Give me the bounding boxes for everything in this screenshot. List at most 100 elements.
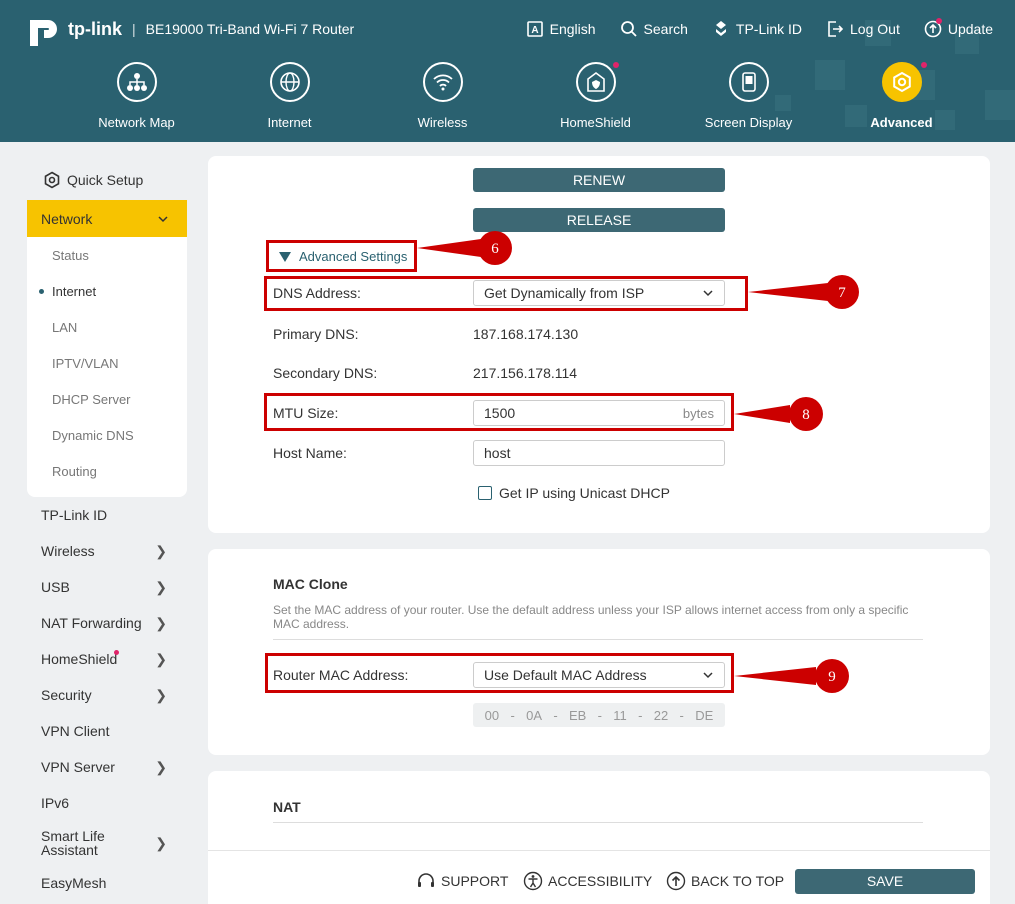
sidebar: Quick Setup Network Status Internet LAN … — [27, 160, 187, 901]
network-map-circle — [116, 62, 157, 102]
footer-bar: SUPPORT ACCESSIBILITY BACK TO TOP SAVE — [208, 850, 990, 904]
support-link[interactable]: SUPPORT — [416, 871, 508, 891]
mac-sep: - — [510, 707, 515, 723]
release-button[interactable]: RELEASE — [473, 208, 725, 232]
tplink-logo[interactable]: tp-link | BE19000 Tri-Band Wi-Fi 7 Route… — [26, 12, 354, 46]
mac-clone-title: MAC Clone — [273, 576, 348, 592]
menu-label: USB — [41, 579, 70, 595]
menu-label: EasyMesh — [41, 875, 107, 891]
primary-dns-value: 187.168.174.130 — [473, 326, 579, 342]
sidebar-item-usb[interactable]: USB ❯ — [27, 569, 187, 605]
advanced-icon — [892, 71, 911, 93]
update-link[interactable]: Update — [924, 18, 993, 38]
sidebar-subitem-iptv-vlan[interactable]: IPTV/VLAN — [27, 345, 187, 381]
quick-setup-icon — [44, 171, 60, 189]
back-to-top-link[interactable]: BACK TO TOP — [666, 871, 784, 891]
sidebar-item-tplink-id[interactable]: TP-Link ID — [27, 497, 187, 533]
menu-label: VPN Client — [41, 723, 110, 739]
nav-advanced[interactable]: Advanced — [825, 62, 978, 130]
menu-label: TP-Link ID — [41, 507, 108, 523]
logout-link[interactable]: Log Out — [826, 20, 900, 38]
sidebar-item-nat-forwarding[interactable]: NAT Forwarding ❯ — [27, 605, 187, 641]
network-map-icon — [126, 73, 147, 91]
secondary-dns-value: 217.156.178.114 — [473, 365, 578, 381]
callout-arrow-9: 9 — [734, 659, 849, 693]
homeshield-icon — [586, 72, 605, 92]
support-label: SUPPORT — [441, 873, 509, 889]
sidebar-item-vpn-client[interactable]: VPN Client — [27, 713, 187, 749]
save-button[interactable]: SAVE — [795, 869, 975, 894]
tplink-id-link[interactable]: TP-Link ID — [712, 20, 802, 38]
highlight-box-7 — [264, 276, 748, 311]
menu-label: HomeShield — [41, 651, 118, 667]
sidebar-subitem-dynamic-dns[interactable]: Dynamic DNS — [27, 417, 187, 453]
mac-sep: - — [679, 707, 684, 723]
homeshield-notification-dot — [613, 62, 619, 68]
language-link[interactable]: A English — [526, 20, 596, 38]
nat-divider — [273, 822, 923, 823]
unicast-dhcp-checkbox[interactable] — [478, 486, 492, 500]
mac-clone-description: Set the MAC address of your router. Use … — [273, 603, 909, 631]
nav-label: Wireless — [417, 115, 468, 130]
svg-text:A: A — [531, 25, 538, 36]
sidebar-item-wireless[interactable]: Wireless ❯ — [27, 533, 187, 569]
advanced-circle — [881, 62, 922, 102]
accessibility-label: ACCESSIBILITY — [548, 873, 653, 889]
headset-icon — [418, 873, 434, 887]
nav-label: HomeShield — [560, 115, 631, 130]
chevron-right-icon: ❯ — [155, 835, 167, 851]
logout-label: Log Out — [850, 21, 900, 37]
tplink-logo-icon — [30, 20, 57, 46]
sidebar-subitem-lan[interactable]: LAN — [27, 309, 187, 345]
search-link[interactable]: Search — [620, 20, 688, 38]
mac-clone-card: MAC Clone Set the MAC address of your ro… — [208, 549, 990, 755]
sidebar-item-homeshield[interactable]: HomeShield ❯ — [27, 641, 187, 677]
nav-wireless[interactable]: Wireless — [366, 62, 519, 130]
nav-network-map[interactable]: Network Map — [60, 62, 213, 130]
mac-part: 22 — [653, 707, 669, 723]
language-icon: A — [526, 21, 543, 37]
mac-sep: - — [597, 707, 602, 723]
homeshield-circle — [575, 62, 616, 102]
internet-icon — [279, 72, 300, 92]
sidebar-subitem-routing[interactable]: Routing — [27, 453, 187, 489]
host-name-label: Host Name: — [273, 445, 347, 461]
sidebar-subitem-status[interactable]: Status — [27, 237, 187, 273]
main-nav: Network Map Internet Wireless HomeShield — [60, 62, 978, 130]
callout-number-6: 6 — [491, 241, 499, 257]
nav-label: Internet — [267, 115, 312, 130]
top-header: tp-link | BE19000 Tri-Band Wi-Fi 7 Route… — [0, 0, 1015, 142]
sidebar-subitem-internet[interactable]: Internet — [27, 273, 187, 309]
nav-internet[interactable]: Internet — [213, 62, 366, 130]
sidebar-item-smart-life-assistant[interactable]: Smart Life Assistant ❯ — [27, 821, 187, 865]
callout-arrow-6: 6 — [417, 231, 512, 265]
update-label: Update — [947, 21, 993, 37]
sidebar-item-ipv6[interactable]: IPv6 — [27, 785, 187, 821]
sidebar-item-network[interactable]: Network — [27, 200, 187, 237]
host-name-input[interactable]: host — [473, 440, 725, 466]
internet-circle — [269, 62, 310, 102]
nat-title: NAT — [273, 799, 301, 815]
sidebar-item-security[interactable]: Security ❯ — [27, 677, 187, 713]
chevron-right-icon: ❯ — [155, 650, 167, 667]
search-label: Search — [643, 21, 688, 37]
renew-button[interactable]: RENEW — [473, 168, 725, 192]
sidebar-item-easymesh[interactable]: EasyMesh — [27, 865, 187, 901]
network-group: Network Status Internet LAN IPTV/VLAN DH… — [27, 200, 187, 497]
internet-settings-card: RENEW RELEASE Advanced Settings DNS Addr… — [208, 156, 990, 533]
tplink-id-icon — [715, 21, 726, 36]
unicast-dhcp-option[interactable]: Get IP using Unicast DHCP — [478, 485, 670, 501]
network-label: Network — [41, 210, 93, 227]
wireless-icon — [432, 74, 453, 91]
nav-homeshield[interactable]: HomeShield — [519, 62, 672, 130]
mac-part: DE — [695, 707, 714, 723]
brand-name: tp-link — [68, 18, 122, 39]
sidebar-item-quick-setup[interactable]: Quick Setup — [27, 160, 187, 200]
nav-screen-display[interactable]: Screen Display — [672, 62, 825, 130]
menu-label: Smart Life Assistant — [41, 828, 105, 858]
sidebar-item-vpn-server[interactable]: VPN Server ❯ — [27, 749, 187, 785]
accessibility-link[interactable]: ACCESSIBILITY — [523, 871, 652, 891]
search-icon — [620, 21, 637, 37]
sidebar-subitem-dhcp-server[interactable]: DHCP Server — [27, 381, 187, 417]
tplink-id-label: TP-Link ID — [735, 21, 803, 37]
